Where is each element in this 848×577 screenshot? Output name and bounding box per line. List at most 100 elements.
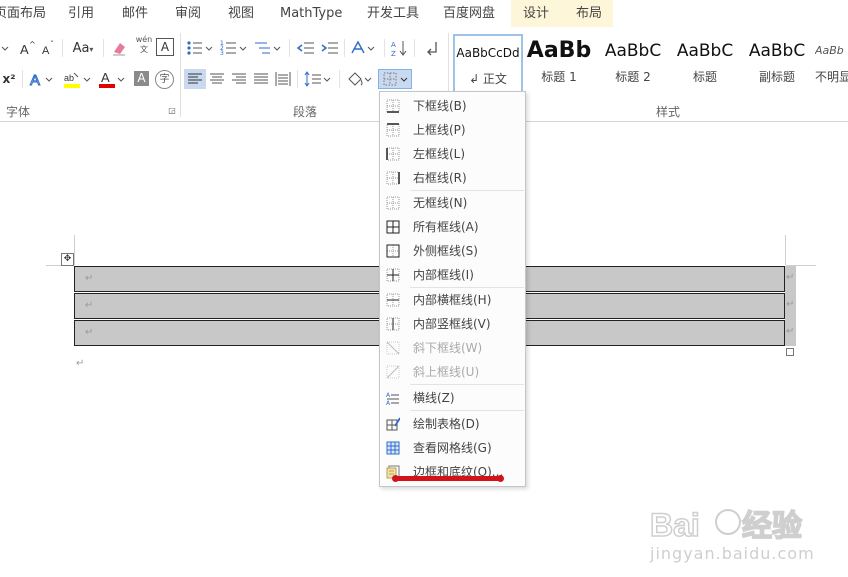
menu-item-outside-borders[interactable]: 外侧框线(S) [380,239,525,263]
style-subtitle[interactable]: AaBbC 副标题 [743,34,811,96]
table-resize-handle[interactable] [786,348,794,356]
end-of-cell-mark: ↵ [85,273,94,284]
clear-formatting-icon[interactable] [110,38,128,58]
increase-indent-icon[interactable] [320,38,340,58]
character-border-button[interactable]: A [156,38,174,56]
tab-table-layout[interactable]: 布局 [563,0,613,27]
svg-text:A: A [42,45,50,57]
menu-item-top-border[interactable]: 上框线(P) [380,118,525,142]
svg-text:3: 3 [220,50,224,57]
multilevel-list-button[interactable] [253,38,283,58]
margin-guide [785,235,786,265]
shading-button[interactable] [345,69,375,89]
tab-review[interactable]: 审阅 [175,0,201,27]
separator [180,33,181,117]
svg-text:经验: 经验 [742,509,802,543]
bullets-button[interactable] [185,38,215,58]
style-name: ↲ 正文 [469,72,507,86]
menu-item-all-borders[interactable]: 所有框线(A) [380,215,525,239]
ribbon-tab-bar: 页面布局 引用 邮件 审阅 视图 MathType 开发工具 百度网盘 设计 布… [0,0,848,27]
tab-baidu-netdisk[interactable]: 百度网盘 [443,0,495,27]
separator [339,70,340,88]
style-sample: AaBbC [676,41,734,61]
svg-text:A: A [386,400,391,405]
font-dialog-launcher-icon[interactable]: ◲ [166,105,178,117]
sort-icon[interactable]: AZ [390,38,410,58]
tab-view[interactable]: 视图 [228,0,254,27]
menu-item-view-gridlines[interactable]: 查看网格线(G) [380,436,525,460]
menu-item-label: 无框线(N) [413,196,468,210]
change-case-button[interactable]: Aa▾ [67,38,99,58]
font-group-label: 字体 [6,105,31,119]
character-shading-button[interactable]: A [134,71,149,86]
style-heading-1[interactable]: AaBb 标题 1 [525,34,593,96]
tab-table-design[interactable]: 设计 [511,0,563,27]
tab-mathtype[interactable]: MathType [280,0,342,27]
end-of-row-mark: ↵ [786,326,795,337]
font-size-dropdown[interactable] [0,38,12,58]
menu-item-label: 内部框线(I) [413,268,474,282]
all-borders-icon [386,220,400,234]
menu-item-no-border[interactable]: 无框线(N) [380,191,525,215]
bottom-border-icon [386,99,400,113]
character-border-label: A [160,40,170,54]
tab-references[interactable]: 引用 [68,0,94,27]
style-title[interactable]: AaBbC 标题 [671,34,739,96]
diagonal-up-border-icon [386,365,400,379]
annotation-underline [392,475,504,482]
menu-item-inside-horizontal-border[interactable]: 内部横框线(H) [380,288,525,312]
superscript-button[interactable]: x² [0,69,18,89]
menu-item-label: 横线(Z) [413,391,455,405]
style-heading-2[interactable]: AaBbC 标题 2 [599,34,667,96]
distributed-icon[interactable] [273,69,293,89]
styles-gallery: AaBbCcDd ↲ 正文 AaBb 标题 1 AaBbC 标题 2 AaBbC… [453,34,848,96]
decrease-indent-icon[interactable] [296,38,316,58]
align-left-button[interactable] [184,69,206,89]
enclose-characters-button[interactable]: 字 [155,70,174,89]
separator [62,39,63,57]
table-move-handle-icon[interactable]: ✥ [61,253,74,266]
tab-page-layout[interactable]: 页面布局 [0,0,46,27]
highlight-color-button[interactable]: ab [62,69,94,89]
tab-developer[interactable]: 开发工具 [367,0,419,27]
align-right-icon[interactable] [229,69,249,89]
menu-item-bottom-border[interactable]: 下框线(B) [380,94,525,118]
phonetic-guide-button[interactable]: wén 文 [134,35,154,55]
tab-mailings[interactable]: 邮件 [122,0,148,27]
separator [414,39,415,57]
chinese-layout-button[interactable] [350,38,378,58]
text-effects-button[interactable]: A [28,69,58,89]
left-border-icon [386,147,400,161]
grow-font-icon[interactable]: A ^ [19,38,37,58]
outside-borders-icon [386,244,400,258]
svg-text:A: A [101,70,110,85]
style-normal[interactable]: AaBbCcDd ↲ 正文 [453,34,523,96]
separator [103,39,104,57]
svg-text:A: A [391,41,396,49]
end-of-row-mark: ↵ [786,299,795,310]
borders-button[interactable] [378,69,412,89]
align-center-icon[interactable] [207,69,227,89]
margin-guide [74,235,75,265]
font-color-button[interactable]: A [98,69,128,89]
menu-item-draw-table[interactable]: 绘制表格(D) [380,412,525,436]
menu-item-inside-vertical-border[interactable]: 内部竖框线(V) [380,312,525,336]
menu-item-diagonal-down-border: 斜下框线(W) [380,336,525,360]
menu-item-right-border[interactable]: 右框线(R) [380,166,525,190]
style-sample: AaBbC [748,41,806,61]
show-formatting-marks-icon[interactable] [422,38,442,58]
inside-horizontal-border-icon [386,293,400,307]
menu-item-left-border[interactable]: 左框线(L) [380,142,525,166]
menu-item-horizontal-line[interactable]: AA 横线(Z) [380,386,525,410]
svg-text:Bai: Bai [650,507,700,543]
view-gridlines-icon [386,441,400,455]
justify-icon[interactable] [251,69,271,89]
shrink-font-icon[interactable]: Aˇ [40,38,58,58]
numbering-button[interactable]: 123 [219,38,249,58]
style-sample: AaBbCcDd [456,46,520,60]
line-spacing-button[interactable] [303,69,333,89]
end-of-cell-mark: ↵ [85,327,94,338]
menu-separator [410,410,524,411]
menu-item-inside-borders[interactable]: 内部框线(I) [380,263,525,287]
style-subtle-emphasis[interactable]: AaBb 不明显 [815,34,848,96]
